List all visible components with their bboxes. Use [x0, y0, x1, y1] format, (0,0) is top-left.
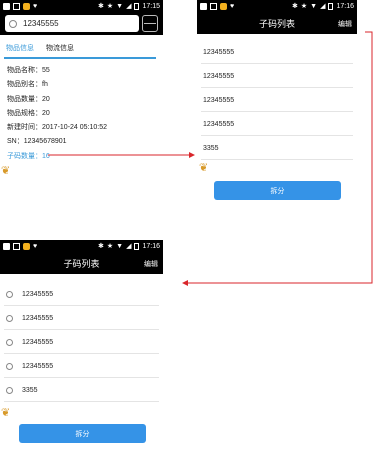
arrow-list-to-select: [182, 31, 373, 286]
flow-arrows: [48, 31, 373, 286]
